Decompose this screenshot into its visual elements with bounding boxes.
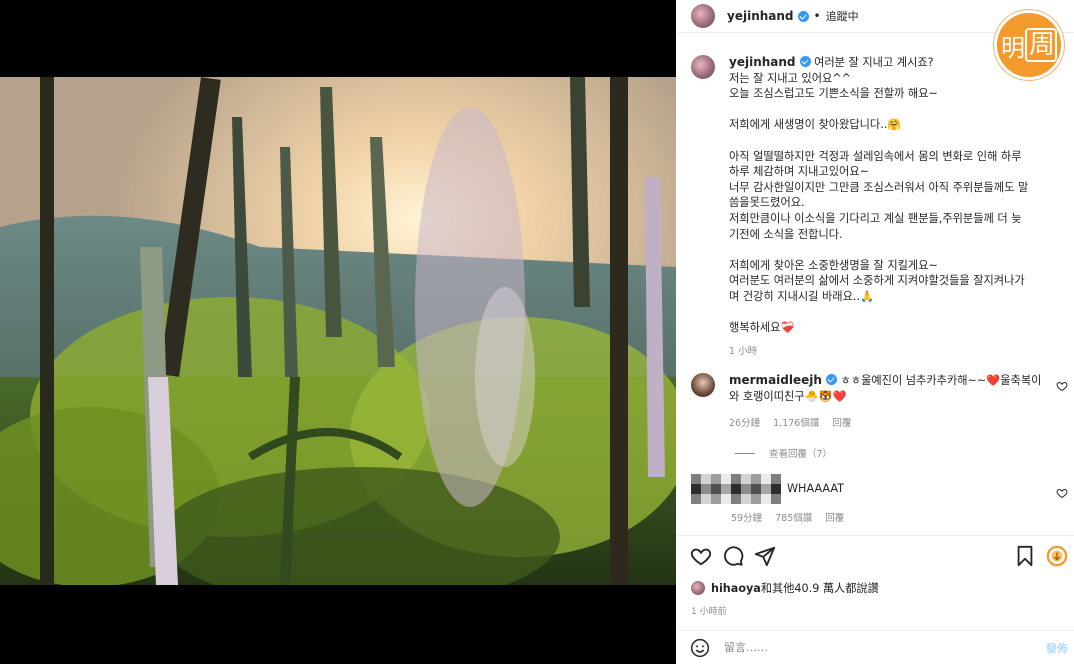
comment-icon[interactable] (722, 545, 744, 567)
post-time: 1 小時前 (691, 607, 727, 617)
comment-body: WHAAAAT (787, 474, 1047, 504)
caption-time: 1 小時 (729, 345, 758, 357)
caption-line: 씀을못드렸어요. (729, 196, 805, 210)
media-area (0, 0, 676, 664)
emoji-icon[interactable] (690, 638, 710, 658)
liker-avatar[interactable] (691, 581, 705, 595)
caption-line-text: 여러분 잘 지내고 계시죠? (814, 56, 934, 69)
caption-line: 며 건강히 지내시길 바래요..🙏 (729, 289, 874, 303)
view-replies-label[interactable]: 查看回覆（7） (769, 446, 832, 460)
reply-button[interactable]: 回覆 (825, 513, 844, 524)
caption-avatar[interactable] (691, 55, 715, 79)
comment-input[interactable] (724, 641, 1024, 654)
caption-line: 너무 감사한일이지만 그만큼 조심스러워서 아직 주위분들께도 말 (729, 180, 1029, 194)
follow-status-button[interactable]: 追蹤中 (826, 8, 859, 24)
caption-username[interactable]: yejinhand (729, 55, 796, 69)
heart-icon[interactable] (690, 545, 712, 567)
likes-text[interactable]: 和其他40.9 萬人都說讚 (761, 580, 879, 596)
commenter-username[interactable]: mermaidleejh (729, 373, 822, 387)
comment-item: mermaidleejh ㅎㅎ울예진이 넘추카추카해~~❤️울축복이 와 호랭이… (676, 373, 1074, 432)
liker-username[interactable]: hihaoya (711, 582, 761, 595)
flower-photo-illustration (0, 77, 676, 585)
replies-divider (735, 452, 755, 454)
comment-likes[interactable]: 1,176個讚 (773, 418, 819, 429)
caption-text: yejinhand 여러분 잘 지내고 계시죠? 저는 잘 지내고 있어요^^ … (729, 55, 1059, 359)
comments-list[interactable]: yejinhand 여러분 잘 지내고 계시죠? 저는 잘 지내고 있어요^^ … (676, 45, 1074, 535)
comment-like-icon[interactable] (1056, 377, 1068, 392)
comment-like-icon[interactable] (1056, 484, 1068, 499)
comment-body: mermaidleejh ㅎㅎ울예진이 넘추카추카해~~❤️울축복이 와 호랭이… (729, 373, 1049, 432)
caption-line: 저희에게 찾아온 소중한생명을 잘 지킬게요~ (729, 258, 938, 272)
caption-line: 저희만큼이나 이소식을 기다리고 계실 팬분들,주위분들께 더 늦 (729, 211, 1022, 225)
logo-char-2: 周 (1024, 28, 1057, 62)
watermark-logo: 明周 (994, 10, 1064, 80)
comment-text: ㅎㅎ울예진이 넘추카추카해~~❤️울축복이 (840, 374, 1042, 388)
comment-likes[interactable]: 785個讚 (775, 513, 812, 524)
comment-meta: 59分鐘 785個讚 回覆 (731, 510, 1074, 524)
commenter-avatar[interactable] (691, 373, 715, 398)
view-replies-button[interactable]: 查看回覆（7） (735, 446, 1074, 460)
caption-line: 저희에게 새생명이 찾아왔답니다..🤗 (729, 118, 902, 132)
action-bar (676, 535, 1074, 575)
author-avatar[interactable] (691, 4, 715, 28)
logo-char-1: 明 (1000, 33, 1025, 62)
comment-text-line2: 와 호랭이띠친구🐣🐯❤️ (729, 389, 847, 403)
boost-icon[interactable] (1046, 545, 1068, 567)
verified-icon (799, 56, 811, 67)
author-username[interactable]: yejinhand (727, 9, 794, 23)
caption-line: 여러분도 여러분의 삶에서 소중하게 지켜야할것들을 잘지켜나가 (729, 274, 1025, 288)
caption-line: 기전에 소식을 전합니다. (729, 227, 843, 241)
caption-line: 오늘 조심스럽고도 기쁜소식을 전할까 해요~ (729, 87, 938, 101)
post-comment-button[interactable]: 發佈 (1046, 640, 1068, 656)
bookmark-icon[interactable] (1014, 545, 1036, 567)
verified-icon (797, 10, 809, 22)
add-comment-bar: 發佈 (676, 630, 1074, 664)
comment-time: 26分鐘 (729, 418, 761, 430)
post-panel: yejinhand • 追蹤中 明周 yejinhand 여러분 잘 지내고 계… (676, 0, 1074, 664)
reply-button[interactable]: 回覆 (832, 418, 851, 429)
separator-dot: • (813, 9, 821, 23)
caption-line: 아직 얼떨떨하지만 걱정과 설레임속에서 몸의 변화로 인해 하루 (729, 149, 1022, 163)
share-icon[interactable] (754, 545, 776, 567)
verified-icon (825, 374, 837, 386)
comment-item: WHAAAAT (676, 474, 1074, 505)
comment-meta: 26分鐘 1,176個讚 回覆 (729, 416, 1049, 432)
comment-line: mermaidleejh ㅎㅎ울예진이 넘추카추카해~~❤️울축복이 (729, 373, 1049, 389)
comment-text: WHAAAAT (787, 482, 844, 496)
caption-line: 하루 체감하며 지내고있어요~ (729, 165, 869, 179)
comment-time: 59分鐘 (731, 513, 763, 525)
post-photo[interactable] (0, 77, 676, 585)
likes-summary[interactable]: hihaoya 和其他40.9 萬人都說讚 (691, 580, 879, 596)
caption-line: 행복하세요❤️‍🩹 (729, 321, 795, 335)
caption: yejinhand 여러분 잘 지내고 계시죠? 저는 잘 지내고 있어요^^ … (676, 45, 1074, 359)
pixelated-username-avatar[interactable] (691, 474, 781, 505)
